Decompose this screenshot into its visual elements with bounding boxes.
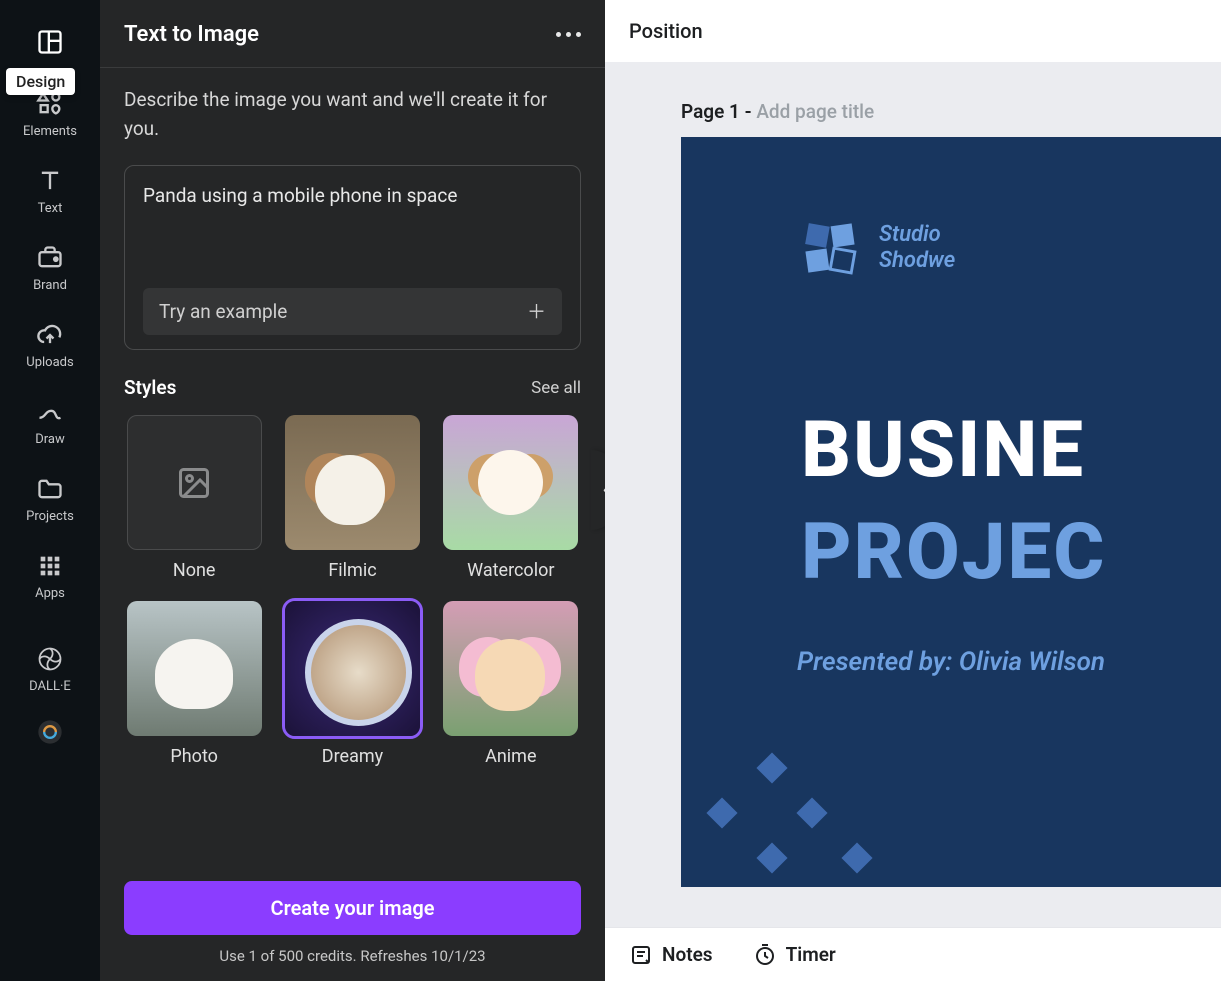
style-thumb-filmic bbox=[285, 415, 420, 550]
nav-label: Uploads bbox=[26, 355, 73, 370]
panel-body: Describe the image you want and we'll cr… bbox=[100, 68, 605, 881]
style-thumb-photo bbox=[127, 601, 262, 736]
brand-row: Studio Shodwe bbox=[801, 219, 955, 277]
nav-design[interactable]: Design bbox=[0, 18, 100, 80]
diamond-shape bbox=[706, 797, 737, 828]
notes-label: Notes bbox=[662, 943, 713, 966]
brand-line1: Studio bbox=[879, 222, 955, 248]
design-page[interactable]: Studio Shodwe BUSINE PROJEC Presented by… bbox=[681, 137, 1221, 887]
style-thumb-none bbox=[127, 415, 262, 550]
page-title-placeholder: Add page title bbox=[756, 100, 874, 123]
try-example-button[interactable]: Try an example ＋ bbox=[143, 288, 562, 335]
nav-rail: Design Elements Text Brand Uploads Draw bbox=[0, 0, 100, 981]
nav-label: Projects bbox=[26, 509, 74, 524]
panel-title: Text to Image bbox=[124, 22, 259, 47]
style-none[interactable]: None bbox=[124, 415, 264, 581]
style-thumb-dreamy bbox=[285, 601, 420, 736]
nav-label: Brand bbox=[33, 278, 67, 293]
credits-text: Use 1 of 500 credits. Refreshes 10/1/23 bbox=[100, 935, 605, 981]
nav-brand[interactable]: Brand bbox=[0, 234, 100, 311]
position-label: Position bbox=[629, 19, 703, 43]
style-thumb-watercolor bbox=[443, 415, 578, 550]
style-label: Dreamy bbox=[322, 746, 383, 767]
diamond-shape bbox=[756, 752, 787, 783]
style-label: Watercolor bbox=[467, 560, 554, 581]
canvas-scroll[interactable]: Page 1 - Add page title Studio Shodwe bbox=[605, 62, 1221, 927]
styles-grid: None Filmic Watercolor Photo Dreamy Anim… bbox=[124, 415, 581, 767]
create-image-label: Create your image bbox=[271, 896, 435, 920]
nav-label: Apps bbox=[35, 586, 65, 601]
page-prefix: Page 1 - bbox=[681, 100, 756, 123]
layout-icon bbox=[36, 28, 64, 56]
style-dreamy[interactable]: Dreamy bbox=[282, 601, 422, 767]
nav-label: Elements bbox=[23, 124, 77, 139]
style-label: None bbox=[173, 560, 216, 581]
app-extra-icon bbox=[36, 718, 64, 746]
create-image-button[interactable]: Create your image bbox=[124, 881, 581, 935]
diamond-shape bbox=[841, 842, 872, 873]
try-example-label: Try an example bbox=[159, 300, 287, 323]
nav-extra[interactable] bbox=[0, 712, 100, 770]
headline-2[interactable]: PROJEC bbox=[801, 507, 1106, 598]
prompt-box: Try an example ＋ bbox=[124, 165, 581, 350]
brand-line2: Shodwe bbox=[879, 248, 955, 274]
bottombar: Notes Timer bbox=[605, 927, 1221, 981]
nav-label: DALL·E bbox=[29, 679, 71, 694]
nav-uploads[interactable]: Uploads bbox=[0, 311, 100, 388]
style-photo[interactable]: Photo bbox=[124, 601, 264, 767]
nav-apps[interactable]: Apps bbox=[0, 542, 100, 619]
text-icon bbox=[36, 167, 64, 195]
presenter-text[interactable]: Presented by: Olivia Wilson bbox=[797, 647, 1105, 677]
style-label: Anime bbox=[485, 746, 536, 767]
notes-icon bbox=[629, 943, 653, 967]
diamond-shape bbox=[796, 797, 827, 828]
brand-text: Studio Shodwe bbox=[879, 222, 955, 275]
headline-1[interactable]: BUSINE bbox=[801, 405, 1085, 496]
topbar: Position bbox=[605, 0, 1221, 62]
cloud-upload-icon bbox=[36, 321, 64, 349]
notes-button[interactable]: Notes bbox=[629, 943, 713, 967]
nav-label: Text bbox=[38, 201, 63, 216]
panel-header: Text to Image bbox=[100, 0, 605, 68]
style-label: Filmic bbox=[328, 560, 376, 581]
diamond-shape bbox=[756, 842, 787, 873]
draw-icon bbox=[36, 398, 64, 426]
main-area: Position Page 1 - Add page title Studio bbox=[605, 0, 1221, 981]
styles-header: Styles See all bbox=[124, 376, 581, 399]
prompt-input[interactable] bbox=[143, 184, 562, 284]
nav-projects[interactable]: Projects bbox=[0, 465, 100, 542]
nav-text[interactable]: Text bbox=[0, 157, 100, 234]
timer-button[interactable]: Timer bbox=[753, 943, 836, 967]
nav-draw[interactable]: Draw bbox=[0, 388, 100, 465]
nav-dalle[interactable]: DALL·E bbox=[0, 635, 100, 712]
styles-heading: Styles bbox=[124, 376, 176, 399]
panel-more-button[interactable] bbox=[556, 32, 581, 37]
plus-icon: ＋ bbox=[527, 302, 546, 321]
folder-icon bbox=[36, 475, 64, 503]
style-filmic[interactable]: Filmic bbox=[282, 415, 422, 581]
timer-icon bbox=[753, 943, 777, 967]
panel-intro: Describe the image you want and we'll cr… bbox=[124, 86, 581, 143]
text-to-image-panel: Text to Image Describe the image you wan… bbox=[100, 0, 605, 981]
brand-logo-icon bbox=[801, 219, 859, 277]
page-label[interactable]: Page 1 - Add page title bbox=[681, 100, 1221, 123]
style-anime[interactable]: Anime bbox=[441, 601, 581, 767]
brand-icon bbox=[36, 244, 64, 272]
dalle-icon bbox=[36, 645, 64, 673]
style-label: Photo bbox=[170, 746, 218, 767]
style-watercolor[interactable]: Watercolor bbox=[441, 415, 581, 581]
design-tooltip: Design bbox=[6, 68, 75, 95]
grid-icon bbox=[36, 552, 64, 580]
nav-label: Draw bbox=[35, 432, 65, 447]
see-all-link[interactable]: See all bbox=[531, 378, 581, 398]
timer-label: Timer bbox=[786, 943, 836, 966]
position-button[interactable]: Position bbox=[629, 19, 703, 43]
style-thumb-anime bbox=[443, 601, 578, 736]
